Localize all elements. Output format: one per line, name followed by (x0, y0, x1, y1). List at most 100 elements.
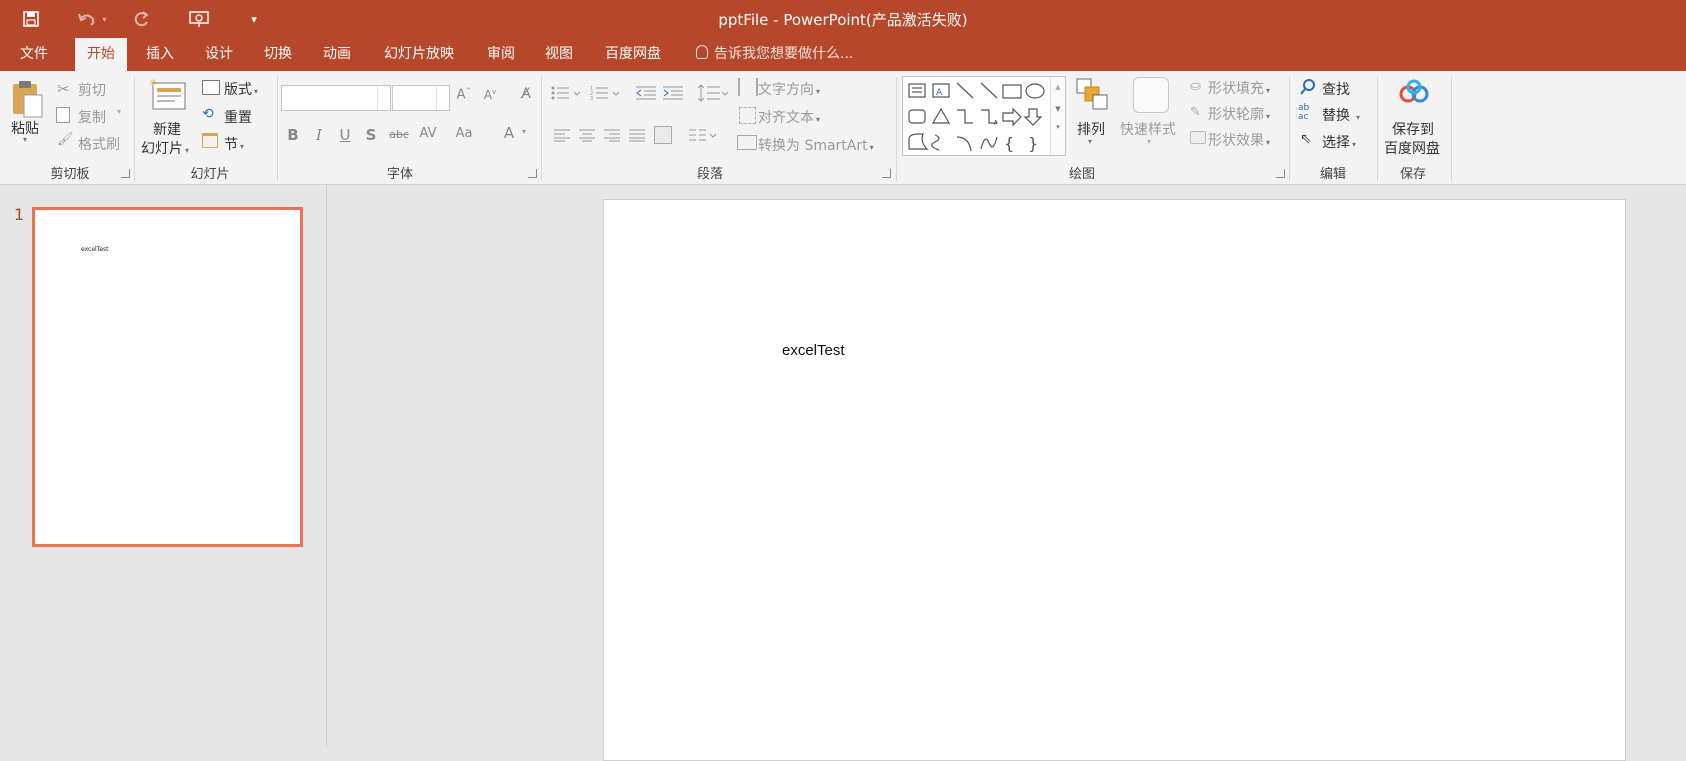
editing-group-label: 编辑 (1319, 167, 1346, 182)
tab-view[interactable]: 视图 (533, 38, 585, 71)
select-button[interactable]: 选择 ▾ (1322, 132, 1356, 152)
cut-button[interactable]: 剪切 (78, 80, 106, 100)
new-slide-label-2[interactable]: 幻灯片 ▾ (141, 138, 189, 158)
arrange-button[interactable]: 排列 (1077, 119, 1105, 139)
shape-outline-label: 形状轮廓 (1208, 107, 1264, 123)
select-label: 选择 (1322, 135, 1350, 151)
save-to-label-1[interactable]: 保存到 (1392, 119, 1434, 139)
tell-me-box[interactable]: 告诉我您想要做什么... (684, 38, 865, 71)
slide-thumbnail[interactable]: excelTest (32, 207, 303, 547)
baidu-netdisk-icon[interactable] (1399, 79, 1429, 109)
font-size-dropdown-icon[interactable] (436, 86, 449, 110)
quick-styles-icon[interactable] (1133, 77, 1169, 113)
shapes-gallery-scrollbar[interactable]: ▲ ▼ ▾ (1050, 77, 1065, 155)
font-color-dropdown-icon[interactable]: ▾ (522, 127, 526, 136)
shape-effects-button[interactable]: 形状效果 ▾ (1208, 130, 1270, 150)
tab-slideshow[interactable]: 幻灯片放映 (372, 38, 466, 71)
arrange-icon[interactable] (1075, 77, 1109, 115)
pencil-icon: ✎ (1190, 105, 1201, 120)
shape-fill-button[interactable]: 形状填充 ▾ (1208, 78, 1270, 98)
clear-formatting-icon[interactable]: A̸ (515, 86, 537, 102)
text-shadow-button[interactable]: S (360, 126, 382, 144)
gallery-down-icon[interactable]: ▼ (1051, 105, 1065, 113)
svg-text:✳: ✳ (149, 78, 157, 89)
copy-icon (56, 107, 70, 123)
drawing-launcher-icon[interactable] (1276, 169, 1285, 178)
gallery-up-icon[interactable]: ▲ (1051, 83, 1065, 91)
save-to-label-2[interactable]: 百度网盘 (1384, 138, 1440, 158)
grow-font-icon[interactable]: A^ (453, 87, 475, 102)
change-case-button[interactable]: Aa (450, 126, 478, 141)
font-size-combo[interactable] (392, 85, 450, 111)
bold-button[interactable]: B (282, 126, 304, 144)
shape-outline-button[interactable]: 形状轮廓 ▾ (1208, 104, 1270, 124)
new-slide-icon[interactable]: ✳ (149, 77, 189, 117)
replace-button[interactable]: 替换 ▾ (1322, 105, 1360, 125)
quick-styles-dropdown-icon[interactable]: ▾ (1147, 137, 1151, 146)
tab-insert[interactable]: 插入 (134, 38, 186, 71)
shape-outline-dropdown-icon: ▾ (1266, 112, 1271, 121)
section-button[interactable]: 节 ▾ (224, 134, 244, 154)
reset-button[interactable]: 重置 (224, 107, 252, 127)
slide-canvas[interactable]: excelTest (603, 199, 1626, 761)
increase-indent-icon[interactable] (663, 85, 683, 105)
line-spacing-icon[interactable] (697, 83, 729, 107)
tab-baidu-netdisk[interactable]: 百度网盘 (593, 38, 673, 71)
align-text-button[interactable]: 对齐文本 ▾ (758, 107, 820, 127)
find-button[interactable]: 查找 (1322, 79, 1350, 99)
copy-button[interactable]: 复制 (78, 107, 106, 127)
ribbon-tabs: 文件 开始 插入 设计 切换 动画 幻灯片放映 审阅 视图 百度网盘 告诉我您想… (0, 38, 1686, 71)
clipboard-launcher-icon[interactable] (121, 169, 130, 178)
new-slide-dropdown-icon: ▾ (185, 146, 190, 155)
align-text-icon (739, 107, 756, 124)
decrease-indent-icon[interactable] (636, 85, 656, 105)
tab-design[interactable]: 设计 (193, 38, 245, 71)
smartart-dropdown-icon: ▾ (869, 143, 874, 152)
paragraph-launcher-icon[interactable] (882, 169, 891, 178)
tab-file[interactable]: 文件 (8, 38, 60, 71)
font-group-label: 字体 (386, 167, 413, 182)
copy-dropdown-icon[interactable]: ▾ (117, 107, 121, 116)
slide-text-box[interactable]: excelTest (782, 342, 845, 359)
align-right-icon[interactable] (604, 128, 620, 146)
justify-icon[interactable] (629, 128, 645, 146)
format-painter-button[interactable]: 格式刷 (78, 134, 120, 154)
shrink-font-icon[interactable]: Av (479, 88, 501, 102)
gallery-more-icon[interactable]: ▾ (1051, 123, 1065, 131)
arrange-dropdown-icon[interactable]: ▾ (1088, 137, 1092, 146)
layout-button[interactable]: 版式 ▾ (224, 79, 258, 99)
tab-home[interactable]: 开始 (75, 38, 127, 71)
paste-dropdown-icon[interactable]: ▾ (23, 135, 27, 144)
quick-styles-button[interactable]: 快速样式 (1120, 119, 1176, 139)
distributed-icon[interactable] (654, 126, 672, 144)
layout-dropdown-icon: ▾ (254, 87, 259, 96)
character-spacing-button[interactable]: AV (414, 126, 442, 141)
numbering-icon[interactable]: 123 (590, 85, 620, 105)
underline-button[interactable]: U (334, 126, 356, 144)
font-color-button[interactable]: A (498, 124, 520, 142)
columns-icon[interactable] (689, 128, 717, 146)
separator (277, 77, 278, 181)
align-left-icon[interactable] (554, 128, 570, 146)
align-center-icon[interactable] (579, 128, 595, 146)
text-direction-button[interactable]: 文字方向 ▾ (758, 79, 820, 99)
bullets-icon[interactable] (551, 85, 581, 105)
font-name-combo[interactable] (281, 85, 391, 111)
separator (1377, 77, 1378, 181)
new-slide-text: 幻灯片 (141, 141, 183, 157)
italic-button[interactable]: I (308, 126, 330, 144)
tab-transitions[interactable]: 切换 (252, 38, 304, 71)
text-direction-dropdown-icon: ▾ (816, 87, 821, 96)
tab-review[interactable]: 审阅 (475, 38, 527, 71)
paste-button[interactable] (10, 79, 44, 123)
font-name-dropdown-icon[interactable] (377, 86, 390, 110)
reset-icon: ⟲ (202, 106, 214, 122)
find-icon (1299, 78, 1317, 100)
new-slide-label-1[interactable]: 新建 (153, 119, 181, 139)
font-launcher-icon[interactable] (528, 169, 537, 178)
tab-animations[interactable]: 动画 (311, 38, 363, 71)
layout-icon (202, 80, 220, 95)
convert-smartart-button[interactable]: 转换为 SmartArt ▾ (758, 135, 874, 155)
strikethrough-button[interactable]: abc (386, 128, 412, 141)
shapes-gallery[interactable]: A { } ▲ ▼ ▾ (902, 76, 1066, 156)
